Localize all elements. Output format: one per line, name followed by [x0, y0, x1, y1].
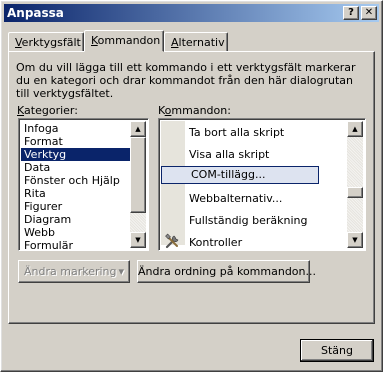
- rearrange-commands-button[interactable]: Ändra ordning på kommandon...: [137, 260, 316, 283]
- categories-scrollbar[interactable]: ▲ ▼: [130, 121, 146, 248]
- scroll-up-button[interactable]: ▲: [347, 121, 363, 137]
- tab-options-accel: A: [171, 36, 179, 49]
- commands-list[interactable]: Ta bort alla skript Visa alla skript COM…: [158, 118, 366, 251]
- scroll-down-button[interactable]: ▼: [130, 232, 146, 248]
- close-window-button[interactable]: ✕: [361, 6, 377, 20]
- category-item[interactable]: Rita: [21, 187, 131, 200]
- category-item[interactable]: Fönster och Hjälp: [21, 174, 131, 187]
- command-item[interactable]: Fullständig beräkning: [189, 212, 307, 230]
- command-item-selected[interactable]: COM-tillägg...: [161, 166, 319, 184]
- modify-selection-label: Ändra markering: [24, 265, 117, 278]
- tab-toolbars[interactable]: Verktygsfält: [8, 32, 84, 52]
- category-item[interactable]: Data: [21, 161, 131, 174]
- title-bar[interactable]: Anpassa ? ✕: [4, 4, 379, 22]
- scroll-up-button[interactable]: ▲: [130, 121, 146, 137]
- tab-toolbars-label: erktygsfält: [21, 36, 81, 49]
- categories-label: Kategorier:: [17, 104, 78, 117]
- customize-dialog: Anpassa ? ✕ Verktygsfält Kommandon Alter…: [0, 0, 383, 372]
- tab-options[interactable]: Alternativ: [164, 32, 228, 52]
- category-item[interactable]: Figurer: [21, 200, 131, 213]
- commands-label-text: mmandon:: [171, 104, 231, 117]
- tools-icon: [164, 233, 182, 250]
- categories-label-accel: K: [17, 104, 25, 117]
- category-item[interactable]: Format: [21, 135, 131, 148]
- tab-options-label: lternativ: [178, 36, 225, 49]
- category-item[interactable]: Infoga: [21, 122, 131, 135]
- command-item[interactable]: Ta bort alla skript: [189, 124, 284, 142]
- tab-commands-label: ommandon: [97, 34, 161, 47]
- category-item[interactable]: Webb: [21, 226, 131, 239]
- scroll-thumb[interactable]: [347, 187, 363, 198]
- tab-commands[interactable]: Kommandon: [84, 30, 164, 52]
- help-button[interactable]: ?: [343, 6, 359, 20]
- commands-label-pre: K: [158, 104, 165, 117]
- intro-text: Om du vill lägga till ett kommando i ett…: [16, 61, 356, 100]
- tab-toolbars-accel: V: [15, 36, 22, 49]
- category-item[interactable]: Diagram: [21, 213, 131, 226]
- categories-list[interactable]: Infoga Format Verktyg Data Fönster och Hjälp…: [18, 118, 149, 251]
- modify-selection-button[interactable]: Ändra markering ▾: [18, 260, 130, 283]
- close-button[interactable]: Stäng: [300, 339, 374, 362]
- command-item[interactable]: Visa alla skript: [189, 146, 269, 164]
- categories-label-text: ategorier:: [24, 104, 78, 117]
- command-item[interactable]: Webbalternativ...: [189, 190, 282, 208]
- commands-label: Kommandon:: [158, 104, 231, 117]
- scroll-thumb[interactable]: [130, 137, 146, 213]
- tab-commands-accel: K: [91, 34, 98, 47]
- window-title: Anpassa: [7, 6, 64, 20]
- command-item[interactable]: Kontroller: [189, 234, 242, 250]
- category-item[interactable]: Formulär: [21, 239, 131, 250]
- commands-scrollbar[interactable]: ▲ ▼: [347, 121, 363, 248]
- scroll-down-button[interactable]: ▼: [347, 232, 363, 248]
- category-item[interactable]: Verktyg: [21, 148, 131, 161]
- dropdown-arrow-icon: ▾: [118, 265, 124, 278]
